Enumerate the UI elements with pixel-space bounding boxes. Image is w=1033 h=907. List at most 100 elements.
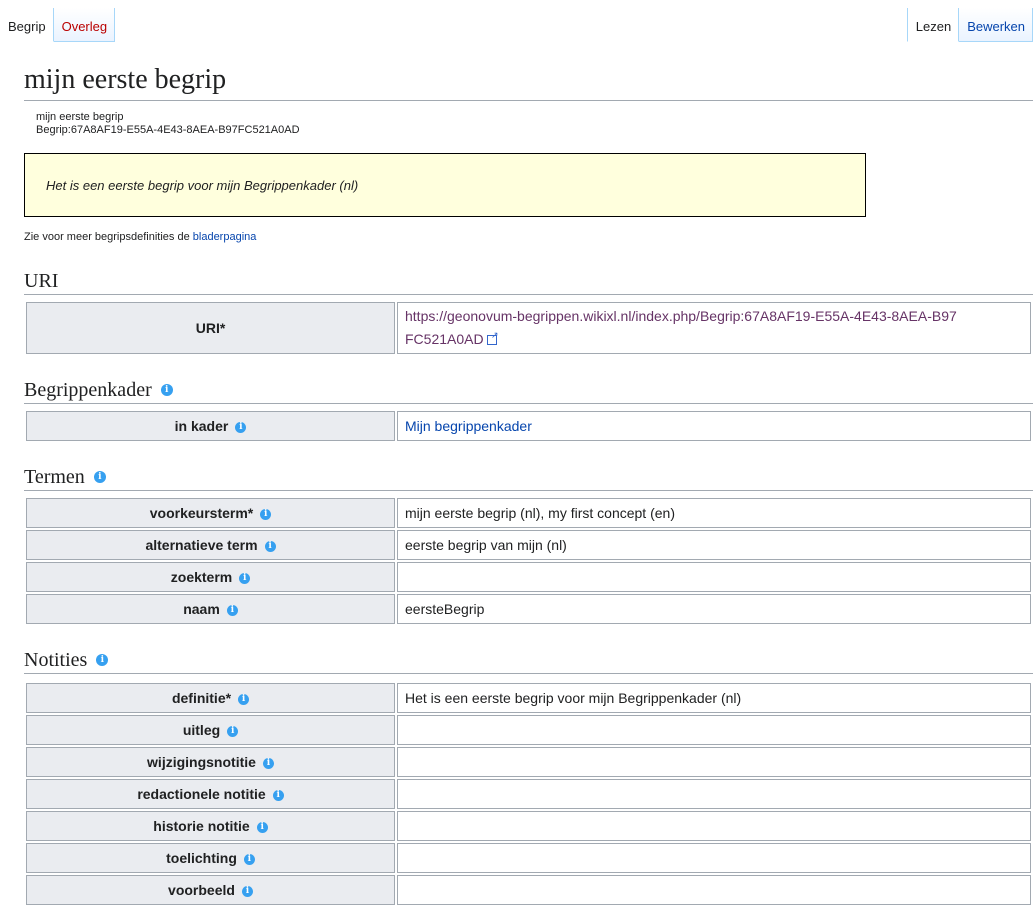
tabs-views: Lezen Bewerken bbox=[906, 8, 1033, 42]
section-heading-notities: Notities i bbox=[24, 646, 1033, 674]
info-icon[interactable]: i bbox=[264, 540, 276, 552]
row-value: mijn eerste begrip (nl), my first concep… bbox=[397, 498, 1031, 528]
table-row: voorkeursterm* i mijn eerste begrip (nl),… bbox=[26, 498, 1031, 528]
table-row: in kader i Mijn begrippenkader bbox=[26, 411, 1031, 441]
heading-text: Notities bbox=[24, 648, 88, 671]
notities-table: definitie* i Het is een eerste begrip voo… bbox=[24, 681, 1033, 907]
info-icon[interactable]: i bbox=[96, 653, 109, 666]
table-row: uitleg i bbox=[26, 715, 1031, 745]
row-label: redactionele notitie i bbox=[26, 779, 395, 809]
label-text: uitleg bbox=[182, 722, 221, 738]
info-icon[interactable]: i bbox=[226, 604, 238, 616]
external-link-icon bbox=[486, 330, 499, 346]
page-content: mijn eerste begrip mijn eerste begrip Be… bbox=[24, 42, 1033, 907]
row-value bbox=[397, 747, 1031, 777]
row-value bbox=[397, 811, 1031, 841]
page-title: mijn eerste begrip bbox=[24, 63, 1033, 101]
label-text: zoekterm bbox=[170, 569, 233, 585]
table-row: redactionele notitie i bbox=[26, 779, 1031, 809]
label-text: voorkeursterm* bbox=[149, 505, 254, 521]
section-termen: Termen i voorkeursterm* i mijn eerste begr… bbox=[24, 463, 1033, 626]
row-label: alternatieve term i bbox=[26, 530, 395, 560]
tab-overleg[interactable]: Overleg bbox=[53, 8, 116, 42]
label-text: wijzigingsnotitie bbox=[147, 754, 256, 770]
row-value bbox=[397, 562, 1031, 592]
row-label: definitie* i bbox=[26, 683, 395, 713]
label-text: definitie* bbox=[171, 690, 232, 706]
info-icon[interactable]: i bbox=[260, 508, 272, 520]
termen-table: voorkeursterm* i mijn eerste begrip (nl),… bbox=[24, 496, 1033, 626]
browse-text: Zie voor meer begripsdefinities de bbox=[24, 231, 190, 243]
row-value: eersteBegrip bbox=[397, 594, 1031, 624]
row-value: Het is een eerste begrip voor mijn Begri… bbox=[397, 683, 1031, 713]
table-row: historie notitie i bbox=[26, 811, 1031, 841]
info-icon[interactable]: i bbox=[239, 572, 251, 584]
section-notities: Notities i definitie* i Het is een eerste … bbox=[24, 646, 1033, 907]
tab-bewerken[interactable]: Bewerken bbox=[959, 8, 1033, 42]
section-heading-termen: Termen i bbox=[24, 463, 1033, 491]
tab-bar: Begrip Overleg Lezen Bewerken bbox=[0, 0, 1033, 42]
row-label: in kader i bbox=[26, 411, 395, 441]
label-text: naam bbox=[183, 601, 220, 617]
label-text: redactionele notitie bbox=[137, 786, 266, 802]
section-begrippenkader: Begrippenkader i in kader i Mijn begrippen… bbox=[24, 376, 1033, 443]
page-subtitle: mijn eerste begrip Begrip:67A8AF19-E55A-… bbox=[36, 111, 1033, 137]
heading-text: Termen bbox=[24, 465, 85, 488]
row-label: wijzigingsnotitie i bbox=[26, 747, 395, 777]
info-icon[interactable]: i bbox=[160, 383, 173, 396]
subtitle-id: Begrip:67A8AF19-E55A-4E43-8AEA-B97FC521A… bbox=[36, 124, 300, 136]
row-value bbox=[397, 779, 1031, 809]
info-icon[interactable]: i bbox=[272, 789, 284, 801]
info-icon[interactable]: i bbox=[243, 853, 255, 865]
row-label: zoekterm i bbox=[26, 562, 395, 592]
label-text: voorbeeld bbox=[168, 882, 235, 898]
tab-lezen[interactable]: Lezen bbox=[906, 8, 960, 42]
label-text: URI* bbox=[195, 320, 226, 336]
row-value bbox=[397, 843, 1031, 873]
row-value: eerste begrip van mijn (nl) bbox=[397, 530, 1031, 560]
tabs-namespaces: Begrip Overleg bbox=[0, 8, 116, 42]
subtitle-name: mijn eerste begrip bbox=[36, 111, 124, 123]
label-text: historie notitie bbox=[153, 818, 250, 834]
info-icon[interactable]: i bbox=[241, 885, 253, 897]
row-value: Mijn begrippenkader bbox=[397, 411, 1031, 441]
info-icon[interactable]: i bbox=[262, 757, 274, 769]
info-icon[interactable]: i bbox=[256, 821, 268, 833]
section-heading-uri: URI bbox=[24, 267, 1033, 295]
browse-link[interactable]: bladerpagina bbox=[193, 231, 257, 243]
table-row: voorbeeld i bbox=[26, 875, 1031, 905]
label-text: in kader bbox=[174, 418, 229, 434]
table-row: alternatieve term i eerste begrip van mij… bbox=[26, 530, 1031, 560]
row-value bbox=[397, 715, 1031, 745]
section-uri: URI URI* https://geonovum-begrippen.wiki… bbox=[24, 267, 1033, 356]
table-row: wijzigingsnotitie i bbox=[26, 747, 1031, 777]
uri-table: URI* https://geonovum-begrippen.wikixl.n… bbox=[24, 300, 1033, 356]
label-text: toelichting bbox=[166, 850, 237, 866]
table-row: toelichting i bbox=[26, 843, 1031, 873]
definition-box: Het is een eerste begrip voor mijn Begri… bbox=[24, 153, 866, 217]
row-value: https://geonovum-begrippen.wikixl.nl/ind… bbox=[397, 302, 1031, 354]
row-value bbox=[397, 875, 1031, 905]
info-icon[interactable]: i bbox=[227, 725, 239, 737]
label-text: alternatieve term bbox=[145, 537, 258, 553]
heading-text: Begrippenkader bbox=[24, 378, 152, 401]
browse-note: Zie voor meer begripsdefinities de blade… bbox=[24, 231, 1033, 243]
row-label: naam i bbox=[26, 594, 395, 624]
row-label: voorkeursterm* i bbox=[26, 498, 395, 528]
section-heading-begrippenkader: Begrippenkader i bbox=[24, 376, 1033, 404]
table-row: zoekterm i bbox=[26, 562, 1031, 592]
table-row: definitie* i Het is een eerste begrip voo… bbox=[26, 683, 1031, 713]
info-icon[interactable]: i bbox=[93, 470, 106, 483]
row-label: toelichting i bbox=[26, 843, 395, 873]
kader-table: in kader i Mijn begrippenkader bbox=[24, 409, 1033, 443]
info-icon[interactable]: i bbox=[238, 693, 250, 705]
info-icon[interactable]: i bbox=[235, 421, 247, 433]
kader-link[interactable]: Mijn begrippenkader bbox=[405, 418, 532, 434]
row-label: URI* bbox=[26, 302, 395, 354]
table-row: URI* https://geonovum-begrippen.wikixl.n… bbox=[26, 302, 1031, 354]
tab-begrip[interactable]: Begrip bbox=[0, 8, 54, 42]
row-label: uitleg i bbox=[26, 715, 395, 745]
heading-text: URI bbox=[24, 269, 59, 292]
table-row: naam i eersteBegrip bbox=[26, 594, 1031, 624]
row-label: voorbeeld i bbox=[26, 875, 395, 905]
